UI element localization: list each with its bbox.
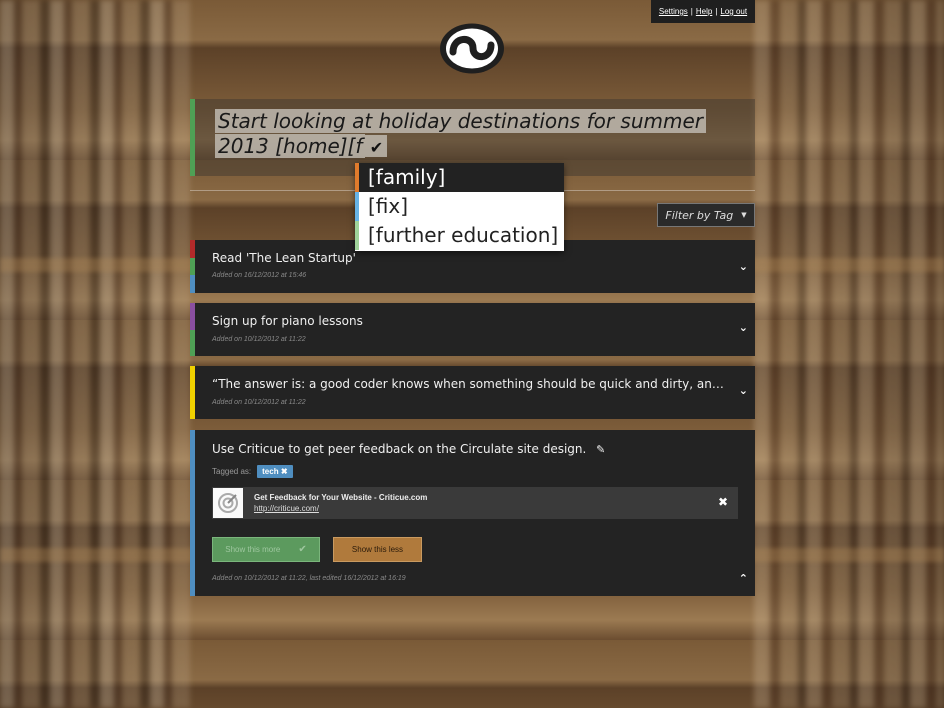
task-meta: Added on 10/12/2012 at 11:22, last edite… bbox=[212, 575, 406, 582]
chevron-down-icon[interactable]: ⌄ bbox=[739, 260, 748, 273]
chevron-down-icon[interactable]: ⌄ bbox=[739, 321, 748, 334]
show-less-button[interactable]: Show this less bbox=[333, 537, 422, 562]
task-card[interactable]: “The answer is: a good coder knows when … bbox=[190, 366, 755, 419]
task-meta: Added on 10/12/2012 at 11:22 bbox=[212, 399, 306, 406]
task-title: Read 'The Lean Startup' bbox=[212, 251, 356, 265]
task-meta: Added on 16/12/2012 at 15:46 bbox=[212, 272, 307, 279]
separator: | bbox=[715, 7, 718, 16]
tag-stripes bbox=[190, 240, 195, 294]
filter-by-tag-button[interactable]: Filter by Tag ▼ bbox=[657, 203, 755, 227]
remove-tag-icon[interactable]: ✖ bbox=[281, 467, 288, 476]
task-title-text: Use Criticue to get peer feedback on the… bbox=[212, 442, 587, 456]
logout-link[interactable]: Log out bbox=[720, 7, 747, 16]
check-icon: ✔ bbox=[298, 544, 307, 555]
show-more-button[interactable]: Show this more ✔ bbox=[212, 537, 320, 562]
filter-label: Filter by Tag bbox=[665, 208, 734, 222]
link-url[interactable]: http://criticue.com/ bbox=[254, 504, 319, 513]
task-card[interactable]: Sign up for piano lessons Added on 10/12… bbox=[190, 303, 755, 356]
help-link[interactable]: Help bbox=[696, 7, 712, 16]
close-icon[interactable]: ✖ bbox=[718, 495, 728, 509]
link-title: Get Feedback for Your Website - Criticue… bbox=[254, 493, 428, 502]
criticue-logo-icon bbox=[218, 493, 238, 513]
link-preview: Get Feedback for Your Website - Criticue… bbox=[212, 487, 738, 519]
show-less-label: Show this less bbox=[351, 545, 404, 554]
chevron-down-icon[interactable]: ⌄ bbox=[739, 384, 748, 397]
tag-line: Tagged as: tech ✖ bbox=[212, 465, 293, 478]
task-title: Use Criticue to get peer feedback on the… bbox=[212, 442, 605, 456]
chevron-up-icon[interactable]: ⌃ bbox=[739, 572, 748, 585]
background-books-left bbox=[0, 0, 190, 708]
account-menu: Settings | Help | Log out bbox=[651, 0, 755, 23]
autocomplete-option-family[interactable]: [family] bbox=[355, 163, 564, 192]
circulate-logo bbox=[440, 23, 504, 74]
tag-chip-label: tech bbox=[262, 467, 279, 476]
tag-autocomplete: [family] [fix] [further education] bbox=[355, 163, 564, 251]
new-task-text[interactable]: Start looking at holiday destinations fo… bbox=[215, 109, 707, 159]
new-task-value: Start looking at holiday destinations fo… bbox=[215, 109, 707, 158]
task-title: Sign up for piano lessons bbox=[212, 314, 363, 328]
link-thumbnail bbox=[213, 488, 243, 518]
task-card-expanded[interactable]: Use Criticue to get peer feedback on the… bbox=[190, 430, 755, 596]
task-title: “The answer is: a good coder knows when … bbox=[212, 377, 727, 391]
caret-down-icon: ▼ bbox=[741, 211, 747, 219]
background-books-right bbox=[754, 0, 944, 708]
tag-stripes bbox=[190, 430, 195, 596]
separator: | bbox=[690, 7, 693, 16]
tag-stripes bbox=[190, 366, 195, 419]
submit-check-icon[interactable]: ✔ bbox=[365, 135, 388, 157]
tag-chip[interactable]: tech ✖ bbox=[257, 465, 293, 478]
task-meta: Added on 10/12/2012 at 11:22 bbox=[212, 336, 306, 343]
show-more-label: Show this more bbox=[225, 545, 281, 554]
tagged-as-label: Tagged as: bbox=[212, 467, 252, 476]
autocomplete-option-fix[interactable]: [fix] bbox=[355, 192, 564, 221]
autocomplete-option-further-education[interactable]: [further education] bbox=[355, 221, 564, 250]
pencil-icon[interactable]: ✎ bbox=[596, 443, 605, 456]
tag-stripes bbox=[190, 303, 195, 356]
settings-link[interactable]: Settings bbox=[659, 7, 688, 16]
